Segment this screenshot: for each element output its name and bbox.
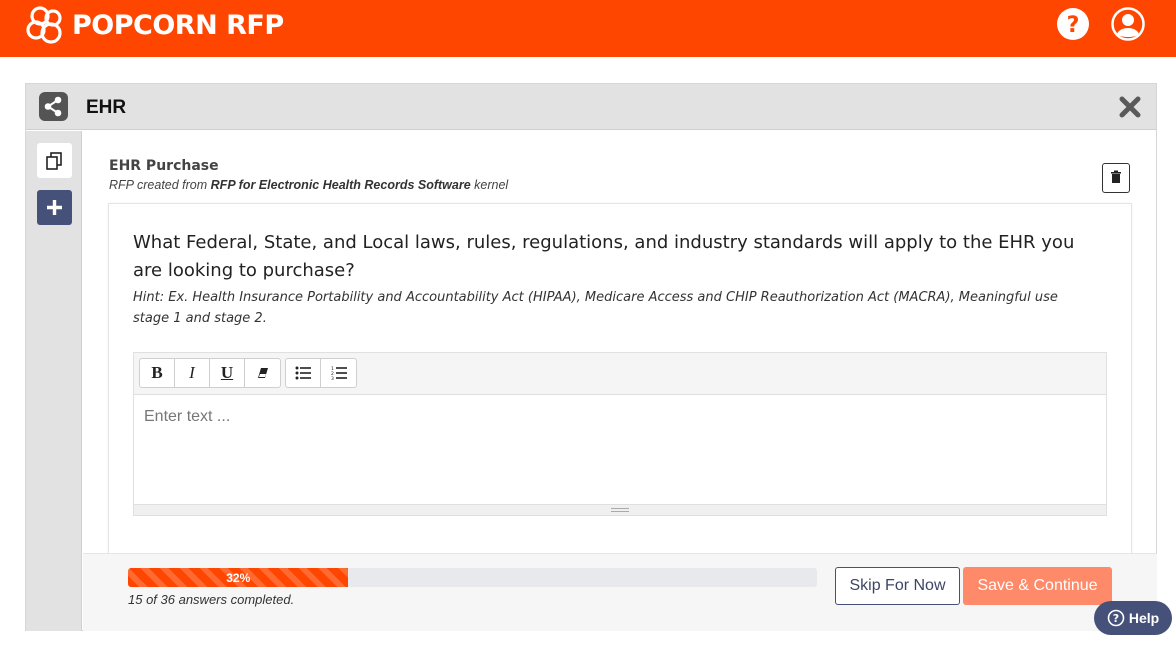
question-hint: Hint: Ex. Health Insurance Portability a… [133,290,1058,326]
plus-icon [47,200,62,215]
eraser-icon [257,368,268,378]
resize-handle[interactable] [134,504,1106,515]
copy-button[interactable] [37,143,72,178]
top-bar: POPCORN RFP ? [0,0,1176,57]
progress-bar: 32% [128,568,817,587]
numbered-list-button[interactable]: 1 2 3 [321,359,356,387]
trash-icon [1111,170,1121,183]
close-icon[interactable] [1118,95,1142,119]
app-name: POPCORN RFP [72,9,284,41]
card-title: EHR [86,97,127,118]
svg-text:?: ? [1067,13,1080,38]
card-footer: 32% 15 of 36 answers completed. Skip For… [83,553,1157,631]
rfp-card: EHR EHR Purchase RFP created from RFP fo… [25,83,1157,631]
progress-fill: 32% [128,568,349,587]
rich-text-editor: B I U 1 2 3 Enter text ... [133,352,1107,516]
answer-textarea[interactable]: Enter text ... [134,395,1106,504]
list-group: 1 2 3 [285,358,357,388]
card-header: EHR [26,84,1156,130]
bullet-list-button[interactable] [286,359,321,387]
svg-text:3: 3 [331,376,334,380]
progress-percent: 32% [226,570,251,585]
help-label: Help [1128,610,1160,626]
editor-placeholder: Enter text ... [144,408,231,425]
progress-status: 15 of 36 answers completed. [128,592,295,607]
bold-button[interactable]: B [140,359,175,387]
question-panel: What Federal, State, and Local laws, rul… [108,203,1132,553]
italic-button[interactable]: I [175,359,210,387]
skip-button[interactable]: Skip For Now [835,567,960,605]
numbered-list-icon: 1 2 3 [331,366,347,380]
help-button[interactable]: ? Help [1094,601,1172,635]
popcorn-logo-icon [26,6,62,44]
help-icon[interactable]: ? [1056,7,1090,41]
grip-icon [611,508,629,512]
rfp-subtitle: RFP created from RFP for Electronic Heal… [109,178,509,192]
delete-button[interactable] [1102,163,1130,193]
share-icon[interactable] [39,92,68,121]
sidebar [26,131,82,631]
editor-toolbar: B I U 1 2 3 [134,353,1106,395]
question-circle-icon: ? [1107,609,1125,627]
kernel-name: RFP for Electronic Health Records Softwa… [210,178,471,192]
add-button[interactable] [37,190,72,225]
clear-format-button[interactable] [245,359,280,387]
question-text: What Federal, State, and Local laws, rul… [133,232,1075,281]
save-continue-button[interactable]: Save & Continue [963,567,1112,605]
copy-icon [46,152,62,170]
underline-button[interactable]: U [210,359,245,387]
format-group: B I U [139,358,281,388]
svg-text:?: ? [1113,612,1119,625]
bullet-list-icon [295,366,311,380]
app-logo[interactable]: POPCORN RFP [24,3,284,47]
rfp-title: EHR Purchase [109,158,219,174]
user-account-icon[interactable] [1111,7,1145,41]
